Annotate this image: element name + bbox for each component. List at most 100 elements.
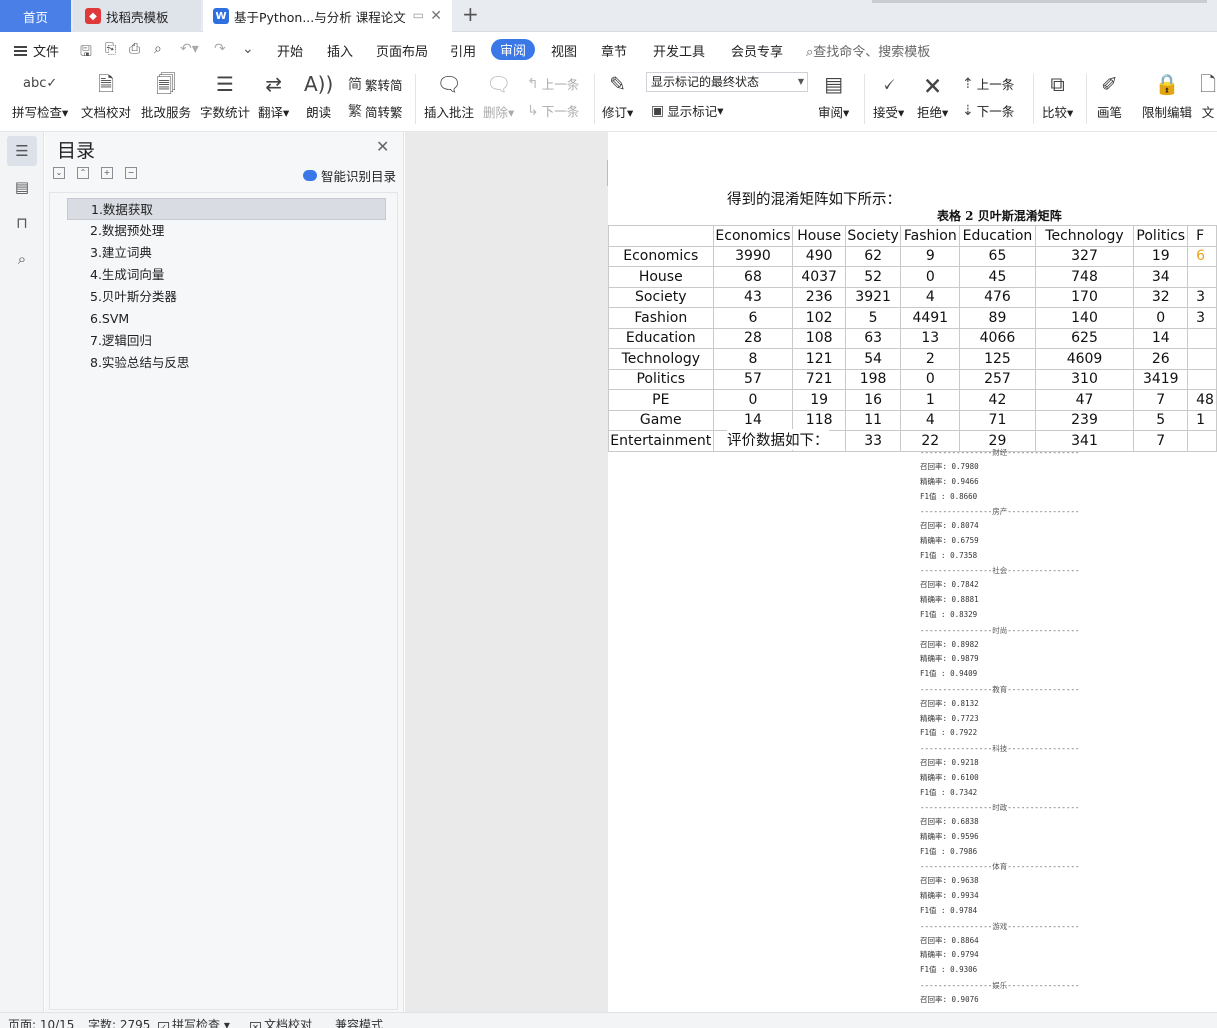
confusion-matrix-table[interactable]: Economics House Society Fashion Educatio… [608,225,1217,452]
more-button[interactable]: 🗋 文 [1200,70,1216,121]
dash-divider: ---------------- [920,803,993,813]
intro-paragraph[interactable]: 得到的混淆矩阵如下所示： [727,188,901,209]
next-change-button[interactable]: ⇣ 下一条 [962,101,1014,120]
save-icon[interactable]: 🖫 [80,41,92,65]
pen-button[interactable]: ✐ 画笔 [1097,70,1122,121]
command-search[interactable]: ⌕查找命令、搜索模板 [806,41,930,60]
prev-change-button[interactable]: ⇡ 上一条 [962,74,1014,93]
tab-home[interactable]: 首页 [0,0,71,32]
more-label: 文 [1201,105,1215,120]
table-cell: 9 [900,245,961,267]
menu-reference[interactable]: 引用 [450,41,476,60]
table-header-cell [608,225,714,247]
accept-button[interactable]: 🗸 接受▾ [873,70,904,121]
reject-button[interactable]: 🗙 拒绝▾ [917,70,948,121]
review-service-button[interactable]: 🗐 批改服务 [141,70,191,121]
table-cell [1187,368,1217,390]
print-preview-icon[interactable]: ⌕ [154,41,162,57]
close-icon[interactable]: ✕ [376,137,389,156]
page-indicator[interactable]: 页面: 10/15 [8,1016,74,1028]
prev-comment-button[interactable]: ↰ 上一条 [527,74,579,93]
new-tab-button[interactable]: + [462,2,479,26]
row-label-cell: Technology [608,348,714,370]
metric-category-header: ----------------娱乐---------------- [920,978,1080,993]
find-icon[interactable]: ⌕ [7,244,37,274]
metric-category-header: ----------------房产---------------- [920,504,1080,519]
collapse-all-icon[interactable]: ⌃ [77,167,89,179]
toc-item[interactable]: 1.数据获取 [67,198,386,220]
status-spellcheck[interactable]: ✓ 拼写检查 ▾ [158,1016,230,1028]
dash-divider: ---------------- [920,448,993,457]
compare-button[interactable]: ⧉ 比较▾ [1042,70,1073,121]
export-icon[interactable]: ⎘ [105,41,116,57]
menu-review[interactable]: 审阅 [491,39,535,60]
metric-block: ----------------时尚---------------- 召回率: 0… [920,623,1080,682]
menu-start[interactable]: 开始 [277,41,303,60]
undo-icon[interactable]: ↶▾ [180,41,199,57]
toc-panel-icon[interactable]: ☰ [7,136,37,166]
bookmark-icon[interactable]: ⊓ [7,208,37,238]
table-header-cell: Education [959,225,1036,247]
pin-icon[interactable]: ▭ [413,8,424,22]
show-markup-button[interactable]: ▣ 显示标记 ▾ [651,101,724,120]
menu-member[interactable]: 会员专享 [731,41,783,60]
table-cell: 32 [1133,286,1189,308]
metric-category: 科技 [992,743,1008,753]
redo-icon[interactable]: ↷ [214,41,226,57]
toc-item[interactable]: 6.SVM [67,308,386,330]
eval-paragraph[interactable]: 评价数据如下： [727,429,829,450]
table-cell: 19 [1133,245,1189,267]
delete-comment-button[interactable]: 🗨 删除▾ [483,70,514,121]
smart-toc-button[interactable]: 智能识别目录 [303,166,396,185]
insert-comment-button[interactable]: 🗨 插入批注 [424,70,474,121]
metric-precision: 精确率: 0.9794 [920,950,979,960]
print-icon[interactable]: ⎙ [129,41,140,57]
tab-home-label: 首页 [22,9,48,25]
tab-template[interactable]: ◆ 找稻壳模板 [73,0,201,32]
menu-view[interactable]: 视图 [551,41,577,60]
word-count-button[interactable]: ☰ 字数统计 [200,70,250,121]
toc-item[interactable]: 3.建立词典 [67,242,386,264]
table-cell: 3990 [712,245,794,267]
word-count[interactable]: 字数: 2795 [88,1016,150,1028]
spellcheck-button[interactable]: abc✓ 拼写检查▾ [12,70,68,121]
table-cell: 42 [959,389,1036,411]
menu-chapter[interactable]: 章节 [601,41,627,60]
toc-item[interactable]: 8.实验总结与反思 [67,352,386,374]
menu-insert[interactable]: 插入 [327,41,353,60]
toc-item[interactable]: 2.数据预处理 [67,220,386,242]
to-traditional-button[interactable]: 繁简转繁 [348,101,403,121]
expand-all-icon[interactable]: ⌄ [53,167,65,179]
read-aloud-button[interactable]: A)) 朗读 [304,70,333,121]
menu-devtools[interactable]: 开发工具 [653,41,705,60]
outline-icon[interactable]: ▤ [7,172,37,202]
to-simplified-button[interactable]: 简繁转简 [348,74,403,94]
file-menu-label: 文件 [33,45,60,60]
restrict-edit-button[interactable]: 🔒 限制编辑 [1142,70,1192,121]
table-cell [1187,266,1217,288]
toc-item[interactable]: 5.贝叶斯分类器 [67,286,386,308]
close-tab-icon[interactable]: ✕ [430,8,442,24]
table-cell: 198 [844,368,902,390]
promote-icon[interactable]: + [101,167,113,179]
table-cell [1187,327,1217,349]
revise-label: 修订 [602,105,628,120]
toc-item[interactable]: 7.逻辑回归 [67,330,386,352]
tab-document[interactable]: W 基于Python...与分析 课程论文 ▭ ✕ [203,0,452,32]
doc-proof-button[interactable]: 🗎 文档校对 [81,70,131,121]
row-label-cell: Politics [608,368,714,390]
toc-item[interactable]: 4.生成词向量 [67,264,386,286]
demote-icon[interactable]: − [125,167,137,179]
review-service-icon: 🗐 [156,72,176,96]
table-cell: 62 [844,245,902,267]
markup-state-select[interactable]: 显示标记的最终状态 ▼ [646,72,808,92]
review-pane-button[interactable]: ▤ 审阅▾ [818,70,849,121]
menu-layout[interactable]: 页面布局 [376,41,428,60]
revise-button[interactable]: ✎ 修订▾ [602,70,633,121]
status-doc-proof[interactable]: ✕ 文档校对 [250,1016,312,1028]
next-comment-button[interactable]: ↳ 下一条 [527,101,579,120]
translate-button[interactable]: ⇄ 翻译▾ [258,70,289,121]
customize-icon[interactable]: ⌄ [242,41,254,57]
file-menu[interactable]: 文件 [14,41,59,60]
table-row: Economics 3990 490 62 9 65 327 19 6 [608,245,1217,267]
